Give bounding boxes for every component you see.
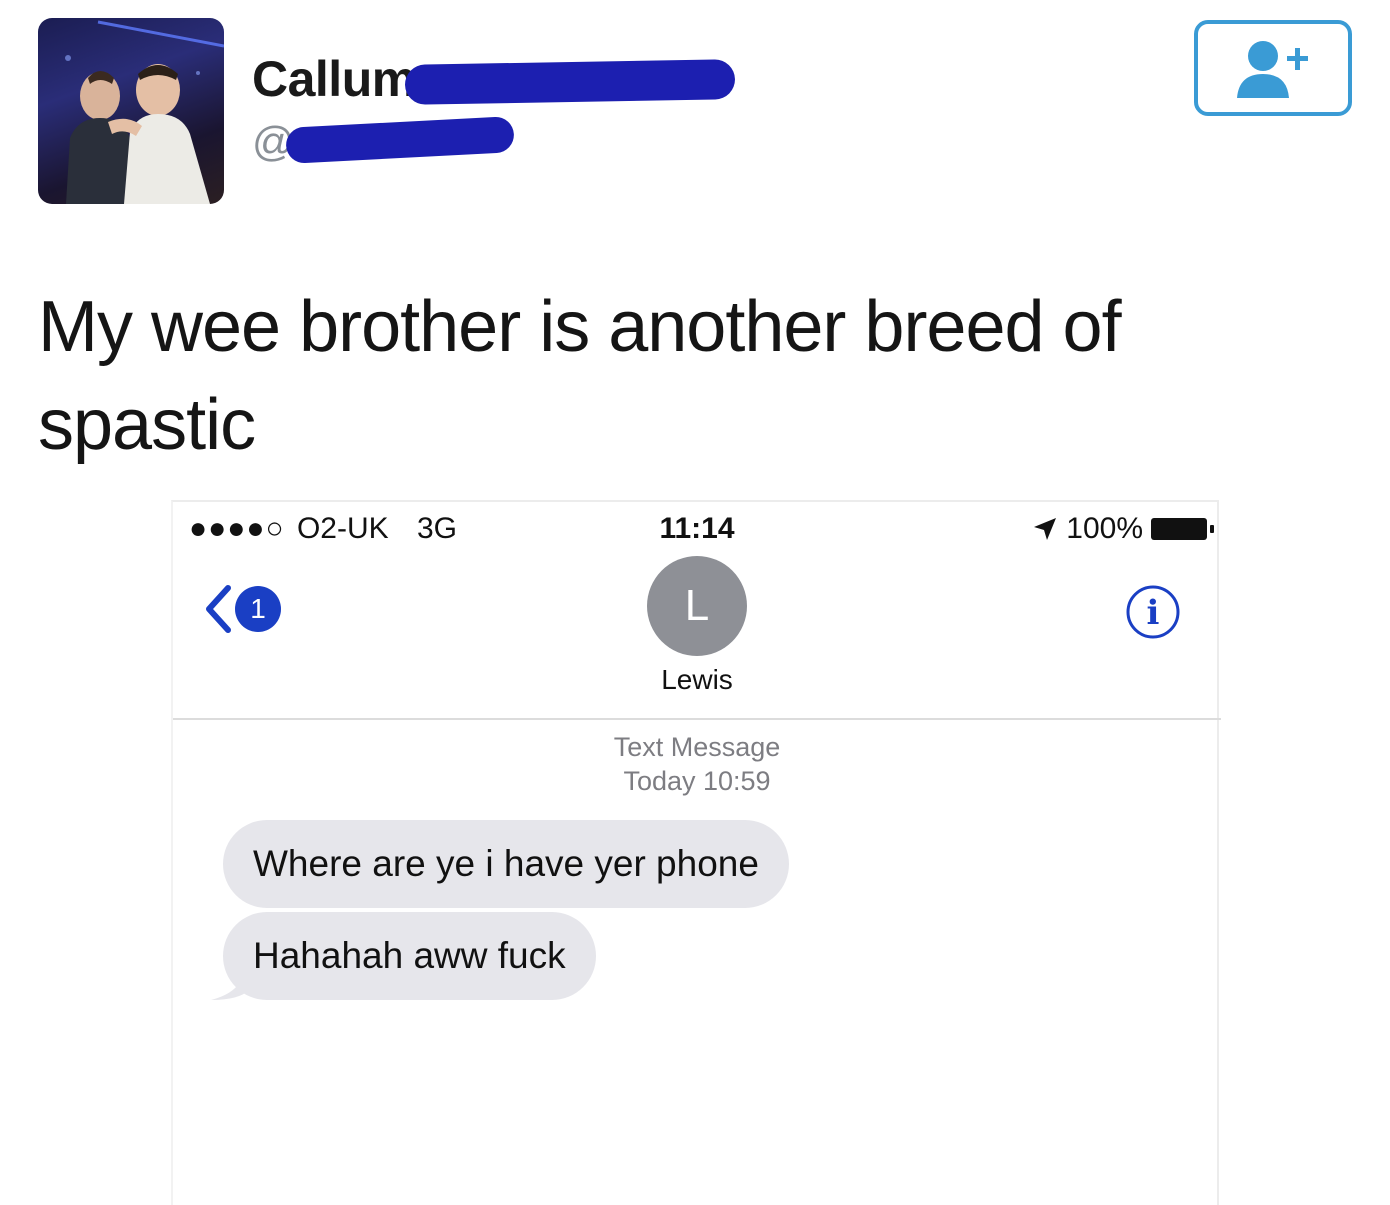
add-user-icon <box>1237 41 1308 98</box>
display-name[interactable]: Callum <box>252 50 416 108</box>
unread-badge: 1 <box>235 586 281 632</box>
contact-name[interactable]: Lewis <box>173 664 1221 696</box>
back-button[interactable]: 1 <box>201 584 281 634</box>
handle-redaction <box>285 116 515 164</box>
name-redaction <box>404 59 736 105</box>
profile-photo-image <box>65 20 224 204</box>
battery-icon <box>1151 518 1214 540</box>
tweet-text-line: My wee brother is another breed of <box>38 287 1122 367</box>
chevron-left-icon <box>206 585 231 633</box>
contact-avatar[interactable]: L <box>647 556 747 656</box>
location-arrow-icon <box>1034 518 1057 540</box>
status-bar: ●●●●○ O2-UK 3G 11:14 100% <box>173 502 1221 556</box>
svg-text:i: i <box>1147 593 1160 633</box>
attached-screenshot[interactable]: ●●●●○ O2-UK 3G 11:14 100% 1 L Lewis i Te… <box>171 500 1221 1205</box>
message-bubble[interactable]: Hahahah aww fuck <box>223 912 596 1000</box>
info-icon[interactable]: i <box>1125 584 1181 640</box>
thread-type-label: Text Message <box>613 732 781 762</box>
message-bubble[interactable]: Where are ye i have yer phone <box>223 820 789 908</box>
follow-button[interactable] <box>1194 20 1352 116</box>
bubble-tail <box>211 972 249 1000</box>
profile-photo[interactable] <box>38 18 224 204</box>
conversation-header: 1 L Lewis i <box>173 556 1221 720</box>
tweet-text-line: spastic <box>38 385 256 465</box>
battery-percent: 100% <box>1066 512 1143 545</box>
battery-info: 100% <box>1032 512 1214 546</box>
thread-timestamp: Today 10:59 <box>623 766 771 796</box>
tweet-text: My wee brother is another breed of spast… <box>38 278 1238 474</box>
thread-meta: Text Message Today 10:59 <box>173 730 1221 798</box>
